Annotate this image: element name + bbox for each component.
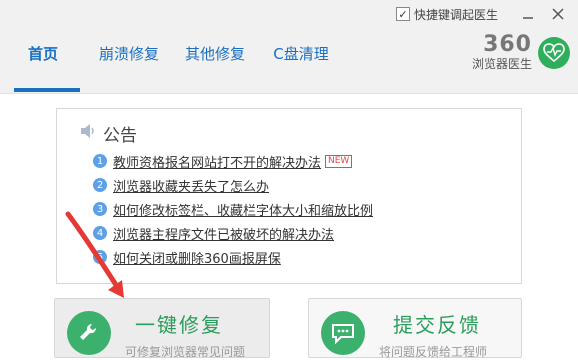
notice-list: 1 教师资格报名网站打不开的解决办法 NEW 2 浏览器收藏夹丢失了怎么办 3 … — [93, 149, 373, 269]
checkbox-check-icon[interactable]: ✓ — [395, 7, 410, 21]
tab-c-drive-clean[interactable]: C盘清理 — [258, 34, 344, 74]
list-item[interactable]: 5 如何关闭或删除360画报屏保 — [93, 245, 373, 269]
tab-other-repair[interactable]: 其他修复 — [172, 34, 258, 74]
red-arrow-annotation — [65, 211, 124, 298]
hotkey-checkbox-label: 快捷键调起医生 — [413, 7, 498, 22]
notice-link[interactable]: 浏览器主程序文件已被破坏的解决办法 — [113, 224, 334, 243]
speaker-icon — [79, 123, 97, 144]
brand-number: 360 — [483, 32, 532, 57]
notice-link[interactable]: 如何关闭或删除360画报屏保 — [113, 248, 281, 267]
list-item[interactable]: 4 浏览器主程序文件已被破坏的解决办法 — [93, 221, 373, 245]
submit-feedback-button[interactable]: 提交反馈 将问题反馈给工程师 — [308, 298, 522, 359]
header-bar: ✓ 快捷键调起医生 首页 崩溃修复 其他修复 C盘清理 360 浏览器医生 — [0, 0, 578, 94]
notice-link[interactable]: 教师资格报名网站打不开的解决办法 — [113, 152, 321, 171]
title-bar-controls: ✓ 快捷键调起医生 — [395, 4, 570, 24]
notice-link[interactable]: 浏览器收藏夹丢失了怎么办 — [113, 176, 269, 195]
list-item[interactable]: 3 如何修改标签栏、收藏栏字体大小和缩放比例 — [93, 197, 373, 221]
notice-header: 公告 — [79, 121, 137, 146]
repair-label: 一键修复 — [135, 313, 223, 337]
heart-pulse-logo-icon — [538, 37, 570, 69]
one-click-repair-button[interactable]: 一键修复 可修复浏览器常见问题 — [54, 298, 270, 359]
tab-crash-repair[interactable]: 崩溃修复 — [86, 34, 172, 74]
item-number: 1 — [93, 154, 107, 168]
list-item[interactable]: 1 教师资格报名网站打不开的解决办法 NEW — [93, 149, 373, 173]
minimize-icon[interactable] — [516, 4, 540, 24]
brand-subtitle: 浏览器医生 — [471, 57, 532, 71]
item-number: 2 — [93, 178, 107, 192]
list-item[interactable]: 2 浏览器收藏夹丢失了怎么办 — [93, 173, 373, 197]
notice-title: 公告 — [103, 126, 137, 146]
brand: 360 浏览器医生 — [472, 34, 570, 72]
chat-bubble-icon — [321, 311, 365, 355]
feedback-label: 提交反馈 — [393, 313, 481, 337]
active-tab-indicator — [14, 88, 80, 92]
main-tabs: 首页 崩溃修复 其他修复 C盘清理 — [0, 34, 344, 74]
notice-link[interactable]: 如何修改标签栏、收藏栏字体大小和缩放比例 — [113, 200, 373, 219]
tab-home[interactable]: 首页 — [0, 34, 86, 74]
close-icon[interactable] — [546, 4, 570, 24]
wrench-icon — [67, 311, 111, 355]
new-badge: NEW — [325, 154, 353, 168]
hotkey-checkbox[interactable]: ✓ 快捷键调起医生 — [395, 6, 498, 23]
